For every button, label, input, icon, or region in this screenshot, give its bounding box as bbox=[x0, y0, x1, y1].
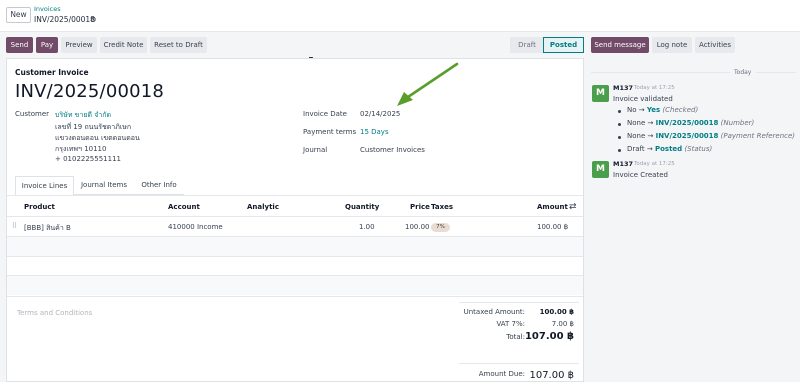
totals-top-divider bbox=[459, 302, 579, 303]
message-body: Invoice Created bbox=[613, 171, 668, 179]
tab-journal-items[interactable]: Journal Items bbox=[74, 176, 134, 195]
vat-value: 7.00 ฿ bbox=[551, 320, 574, 328]
bullet-icon bbox=[618, 136, 621, 139]
annotation-arrow-icon bbox=[397, 62, 459, 106]
tracking-field-name: (Payment Reference) bbox=[720, 132, 796, 140]
bullet-icon bbox=[618, 149, 621, 152]
tracking-old-value: Draft bbox=[627, 145, 645, 153]
reset-to-draft-button[interactable]: Reset to Draft bbox=[150, 37, 207, 53]
send-button[interactable]: Send bbox=[6, 37, 33, 53]
tracking-new-value: INV/2025/00018 bbox=[655, 119, 719, 127]
row-account[interactable]: 410000 Income bbox=[168, 223, 223, 231]
col-header-amount[interactable]: Amount bbox=[537, 203, 568, 211]
activities-button[interactable]: Activities bbox=[695, 37, 735, 53]
col-header-quantity[interactable]: Quantity bbox=[345, 203, 379, 211]
tracking-field-name: (Number) bbox=[720, 119, 755, 127]
day-divider-right bbox=[756, 72, 796, 73]
row-divider bbox=[7, 296, 583, 297]
tracking-field-name: (Checked) bbox=[662, 106, 699, 114]
journal-field[interactable]: Customer Invoices bbox=[360, 146, 425, 154]
empty-row bbox=[7, 237, 583, 256]
row-quantity[interactable]: 1.00 bbox=[359, 223, 375, 231]
message-author[interactable]: M137 bbox=[613, 84, 633, 92]
tracking-old-value: None bbox=[627, 132, 646, 140]
total-value: 107.00 ฿ bbox=[524, 331, 574, 342]
column-settings-icon[interactable]: ⇄ bbox=[569, 202, 577, 212]
row-product-link[interactable]: [BBB] สินค้า B bbox=[24, 223, 71, 234]
avatar[interactable]: M bbox=[592, 161, 609, 178]
breadcrumb-current-record: INV/2025/00018 bbox=[34, 15, 95, 24]
tab-other-info[interactable]: Other Info bbox=[134, 176, 184, 195]
table-row[interactable]: ⠿ [BBB] สินค้า B 410000 Income 1.00 100.… bbox=[7, 217, 583, 236]
tracking-new-value: Posted bbox=[654, 145, 683, 153]
col-header-analytic[interactable]: Analytic bbox=[247, 203, 279, 211]
tracking-line: None → INV/2025/00018 (Number) bbox=[627, 119, 755, 127]
bullet-icon bbox=[618, 110, 621, 113]
untaxed-amount-value: 100.00 ฿ bbox=[539, 308, 574, 316]
tracking-line: Draft → Posted (Status) bbox=[627, 145, 713, 153]
row-divider bbox=[7, 256, 583, 257]
message-time: Today at 17:25 bbox=[634, 161, 675, 167]
col-header-price[interactable]: Price bbox=[410, 203, 430, 211]
invoice-type-label: Customer Invoice bbox=[15, 68, 89, 77]
day-separator-label: Today bbox=[734, 69, 752, 76]
send-message-button[interactable]: Send message bbox=[591, 37, 649, 53]
status-draft[interactable]: Draft bbox=[510, 37, 544, 53]
customer-address-line2: แขวงดอนดอน เขตดอนดอน bbox=[55, 134, 140, 142]
tracking-line: None → INV/2025/00018 (Payment Reference… bbox=[627, 132, 796, 140]
row-amount: 100.00 ฿ bbox=[537, 223, 569, 231]
status-posted[interactable]: Posted bbox=[543, 37, 584, 53]
terms-and-conditions-field[interactable]: Terms and Conditions bbox=[17, 309, 92, 317]
invoice-date-label: Invoice Date bbox=[303, 110, 347, 118]
gear-icon[interactable]: ⚙ bbox=[90, 15, 97, 24]
action-bar: Send Pay Preview Credit Note Reset to Dr… bbox=[0, 33, 800, 57]
customer-label: Customer bbox=[15, 110, 50, 118]
customer-phone: + 0102225551111 bbox=[55, 155, 121, 163]
empty-row bbox=[7, 276, 583, 295]
avatar[interactable]: M bbox=[592, 85, 609, 102]
top-bar: New Invoices INV/2025/00018 ⚙ bbox=[0, 0, 800, 32]
vat-label: VAT 7%: bbox=[496, 320, 525, 328]
tracking-new-value: Yes bbox=[646, 106, 661, 114]
row-price[interactable]: 100.00 bbox=[405, 223, 430, 231]
drag-handle-icon[interactable]: ⠿ bbox=[12, 222, 17, 230]
bullet-icon bbox=[618, 123, 621, 126]
tab-invoice-lines[interactable]: Invoice Lines bbox=[15, 176, 74, 195]
pay-button[interactable]: Pay bbox=[36, 37, 58, 53]
untaxed-amount-label: Untaxed Amount: bbox=[463, 308, 525, 316]
day-divider-left bbox=[591, 72, 730, 73]
customer-address-line1: เลขที่ 19 ถนนรัชดาภิเษก bbox=[55, 123, 132, 131]
journal-label: Journal bbox=[303, 146, 328, 154]
tracking-old-value: None bbox=[627, 119, 646, 127]
payment-terms-label: Payment terms bbox=[303, 128, 357, 136]
invoice-date-field[interactable]: 02/14/2025 bbox=[360, 110, 400, 118]
message-time: Today at 17:25 bbox=[634, 85, 675, 91]
breadcrumb-invoices-link[interactable]: Invoices bbox=[34, 5, 61, 13]
tracking-old-value: No bbox=[627, 106, 637, 114]
new-button[interactable]: New bbox=[6, 7, 31, 23]
amount-due-value: 107.00 ฿ bbox=[529, 370, 574, 381]
tracking-field-name: (Status) bbox=[684, 145, 713, 153]
customer-name-link[interactable]: บริษัท ขายดี จำกัด bbox=[55, 110, 111, 121]
credit-note-button[interactable]: Credit Note bbox=[100, 37, 147, 53]
col-header-taxes[interactable]: Taxes bbox=[431, 203, 453, 211]
col-header-account[interactable]: Account bbox=[168, 203, 200, 211]
totals-bottom-divider bbox=[459, 363, 579, 364]
invoice-number-title: INV/2025/00018 bbox=[15, 81, 165, 102]
payment-terms-field[interactable]: 15 Days bbox=[360, 128, 389, 136]
message-body: Invoice validated bbox=[613, 95, 673, 103]
tabs-divider bbox=[7, 195, 583, 196]
invoice-form-sheet: Customer Invoice INV/2025/00018 Customer… bbox=[6, 58, 584, 382]
message-author[interactable]: M137 bbox=[613, 160, 633, 168]
tracking-new-value: INV/2025/00018 bbox=[655, 132, 719, 140]
col-header-product[interactable]: Product bbox=[24, 203, 55, 211]
preview-button[interactable]: Preview bbox=[61, 37, 97, 53]
tax-badge[interactable]: 7% bbox=[431, 223, 450, 232]
log-note-button[interactable]: Log note bbox=[652, 37, 692, 53]
tracking-line: No → Yes (Checked) bbox=[627, 106, 699, 114]
customer-address-line3: กรุงเทพฯ 10110 bbox=[55, 145, 107, 153]
